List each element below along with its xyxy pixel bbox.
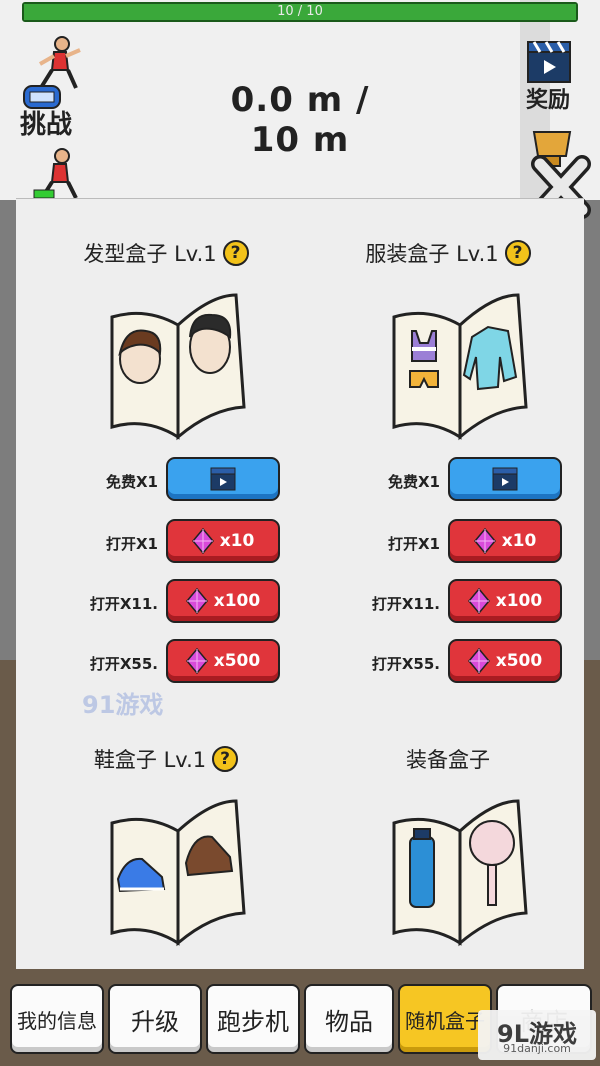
open-x11-button[interactable]: x100 [166,579,280,623]
row-label: 打开X1 [387,535,440,553]
tab-upgrade[interactable]: 升级 [108,984,202,1054]
box-title: 发型盒子 Lv.1 ? [36,235,296,271]
watermark-sub: 91danji.com [503,1042,571,1055]
video-icon [492,467,518,491]
box-title: 服装盒子 Lv.1 ? [318,235,578,271]
row-label: 打开X55. [371,655,440,673]
clothing-book-icon [392,293,528,441]
free-video-button[interactable] [448,457,562,501]
open-row: 打开X55. x500 [318,639,578,687]
gem-icon [467,588,490,614]
help-icon[interactable]: ? [212,746,239,772]
box-title: 鞋盒子 Lv.1 ? [36,741,296,777]
row-label: 免费X1 [105,473,158,491]
gem-icon [185,648,208,674]
cost-text: x500 [495,651,543,671]
tab-items[interactable]: 物品 [304,984,394,1054]
cost-text: x100 [213,591,261,611]
watermark: 9L游戏 91danji.com [478,1010,596,1060]
gem-icon [191,528,214,554]
open-row: 免费X1 [318,457,578,505]
row-label: 打开X1 [105,535,158,553]
video-icon [210,467,236,491]
box-title-text: 服装盒子 Lv.1 [365,242,499,266]
runner-icon-2 [33,148,78,200]
progress-bar: 10 / 10 [22,2,578,22]
shoes-book-icon [110,799,246,947]
open-row: 打开X11. x100 [318,579,578,627]
video-reward-icon[interactable] [524,38,574,84]
free-video-button[interactable] [166,457,280,501]
open-x11-button[interactable]: x100 [448,579,562,623]
distance-readout: 0.0 m / 10 m [230,80,370,160]
open-row: 打开X1 x10 [318,519,578,567]
open-x55-button[interactable]: x500 [448,639,562,683]
open-x1-button[interactable]: x10 [448,519,562,563]
help-icon[interactable]: ? [222,240,249,266]
help-icon[interactable]: ? [504,240,531,266]
box-title-text: 鞋盒子 Lv.1 [93,748,207,772]
row-label: 免费X1 [387,473,440,491]
row-label: 打开X11. [89,595,158,613]
hair-book-icon [110,293,246,441]
tab-my-info[interactable]: 我的信息 [10,984,104,1054]
open-row: 打开X55. x500 [36,639,296,687]
cost-text: x10 [219,531,255,551]
cost-text: x10 [501,531,537,551]
reward-label[interactable]: 奖励 [526,82,570,114]
cost-text: x500 [213,651,261,671]
tab-treadmill[interactable]: 跑步机 [206,984,300,1054]
gem-icon [185,588,208,614]
progress-text: 10 / 10 [277,4,323,19]
challenge-label[interactable]: 挑战 [20,104,72,141]
open-x1-button[interactable]: x10 [166,519,280,563]
box-title: 装备盒子 [318,741,578,777]
gem-icon [467,648,490,674]
row-label: 打开X11. [371,595,440,613]
equipment-book-icon [392,799,528,947]
open-row: 打开X1 x10 [36,519,296,567]
box-title-text: 发型盒子 Lv.1 [83,242,217,266]
random-box-panel: 91游戏 发型盒子 Lv.1 ? 免费X1 打开X1 x10 打开X11. x1… [16,198,584,969]
open-row: 免费X1 [36,457,296,505]
cost-text: x100 [495,591,543,611]
open-x55-button[interactable]: x500 [166,639,280,683]
watermark-center: 91游戏 [82,691,164,719]
row-label: 打开X55. [89,655,158,673]
open-row: 打开X11. x100 [36,579,296,627]
gem-icon [473,528,496,554]
box-title-text: 装备盒子 [406,748,490,772]
